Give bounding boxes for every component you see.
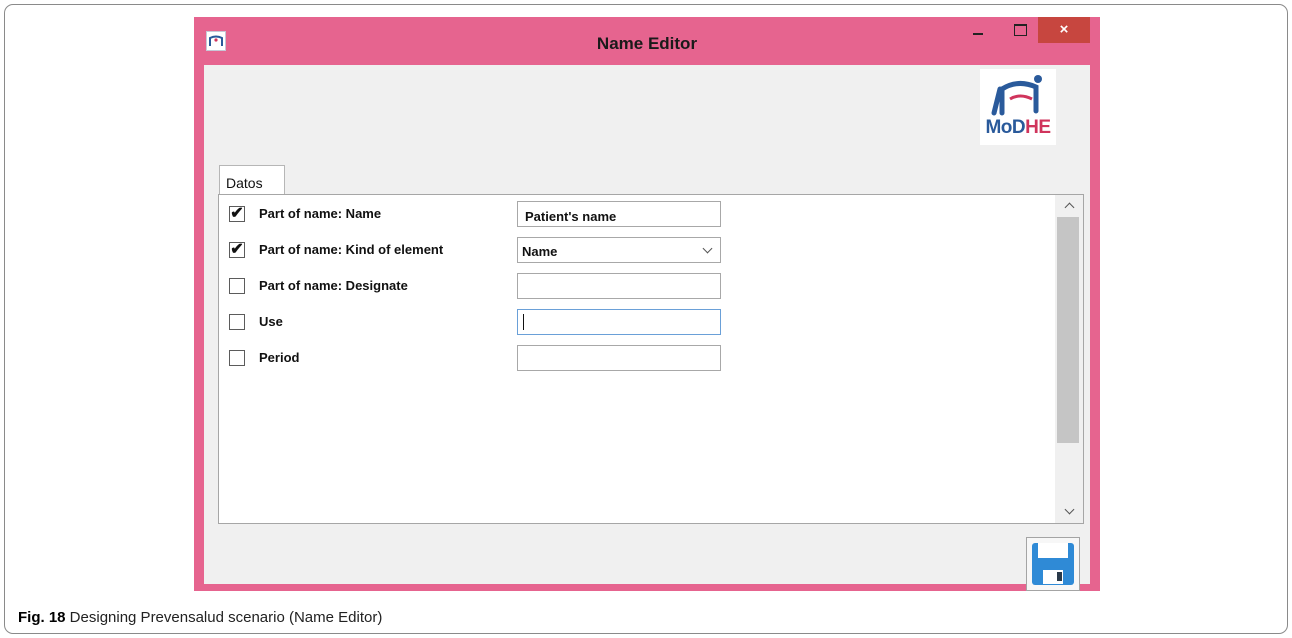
floppy-label	[1038, 543, 1068, 558]
period-input[interactable]	[517, 345, 721, 371]
kind-of-element-select[interactable]: Name	[517, 237, 721, 263]
chevron-down-icon	[702, 243, 713, 254]
period-checkbox[interactable]	[229, 350, 245, 366]
floppy-disk-icon	[1032, 543, 1074, 585]
name-checkbox[interactable]: ✔	[229, 206, 245, 222]
period-label: Period	[259, 350, 300, 365]
save-button[interactable]	[1026, 537, 1080, 591]
use-label: Use	[259, 314, 283, 329]
modhe-logo-text: MoDHE	[985, 117, 1051, 138]
floppy-shutter	[1043, 570, 1063, 584]
use-checkbox[interactable]	[229, 314, 245, 330]
field-row-designate: Part of name: Designate	[219, 271, 1059, 303]
field-row-name: ✔ Part of name: Name Patient's name	[219, 199, 1059, 231]
field-row-use: Use	[219, 307, 1059, 339]
kind-of-element-label: Part of name: Kind of element	[259, 242, 444, 257]
designate-label: Part of name: Designate	[259, 278, 408, 293]
figure-caption: Fig. 18 Designing Prevensalud scenario (…	[18, 609, 382, 626]
name-editor-window: Name Editor × MoDHE Datos ✔ Part of name…	[194, 17, 1100, 591]
field-row-period: Period	[219, 343, 1059, 375]
use-input[interactable]	[517, 309, 721, 335]
title-bar[interactable]: Name Editor ×	[194, 17, 1100, 65]
window-client-area: MoDHE Datos ✔ Part of name: Name Patient…	[204, 65, 1090, 591]
modhe-logo-graphic	[991, 75, 1042, 116]
figure-label: Fig. 18	[18, 609, 66, 626]
scroll-down-icon[interactable]	[1055, 501, 1083, 523]
scrollbar-thumb[interactable]	[1057, 217, 1079, 443]
figure-caption-text: Designing Prevensalud scenario (Name Edi…	[65, 609, 383, 626]
designate-input[interactable]	[517, 273, 721, 299]
modhe-logo: MoDHE	[980, 69, 1056, 145]
floppy-slot	[1057, 572, 1062, 581]
minimize-button[interactable]	[964, 17, 992, 43]
kind-of-element-selected-value: Name	[522, 244, 558, 259]
field-row-kind-of-element: ✔ Part of name: Kind of element Name	[219, 235, 1059, 267]
tab-datos[interactable]: Datos	[219, 165, 285, 195]
designate-checkbox[interactable]	[229, 278, 245, 294]
text-caret	[523, 314, 524, 330]
close-button[interactable]: ×	[1038, 17, 1090, 43]
kind-of-element-checkbox[interactable]: ✔	[229, 242, 245, 258]
datos-panel: ✔ Part of name: Name Patient's name ✔ Pa…	[218, 194, 1084, 524]
maximize-button[interactable]	[1006, 17, 1034, 43]
name-label: Part of name: Name	[259, 206, 382, 221]
vertical-scrollbar[interactable]	[1055, 195, 1083, 523]
scroll-up-icon[interactable]	[1055, 195, 1083, 217]
name-input[interactable]: Patient's name	[517, 201, 721, 227]
